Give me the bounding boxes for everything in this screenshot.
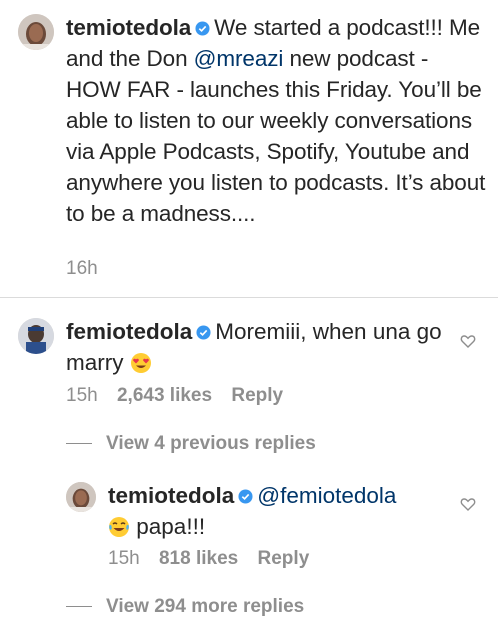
view-more-label: View 294 more replies (106, 596, 305, 617)
avatar-image (18, 318, 54, 354)
avatar-femiotedola[interactable] (18, 318, 54, 354)
reply-time: 15h (108, 548, 140, 569)
comment-username[interactable]: femiotedola (66, 319, 192, 344)
reply-body: temiotedola @femiotedola papa!!! (108, 480, 448, 542)
view-more-replies-button[interactable]: View 294 more replies (66, 596, 304, 618)
like-heart-icon[interactable] (460, 333, 476, 349)
comment-meta: 15h 2,643 likes Reply (66, 385, 297, 407)
reply-mention-link[interactable]: @femiotedola (257, 483, 396, 508)
view-previous-label: View 4 previous replies (106, 433, 316, 454)
avatar-temiotedola[interactable] (18, 14, 54, 50)
like-heart-icon[interactable] (460, 496, 476, 512)
comment-body: femiotedola Moremiii, when una go marry (66, 316, 446, 378)
reply-username[interactable]: temiotedola (108, 483, 234, 508)
reply-text: papa!!! (136, 514, 206, 539)
tears-of-joy-emoji-icon (109, 517, 129, 537)
caption-text-part2: new podcast - HOW FAR - launches this Fr… (66, 46, 486, 226)
avatar-image (18, 14, 54, 50)
verified-badge-icon (195, 21, 210, 36)
comment-time: 15h (66, 385, 98, 406)
avatar-temiotedola-reply[interactable] (66, 482, 96, 512)
reply-reply-button[interactable]: Reply (258, 548, 310, 569)
avatar-image (66, 482, 96, 512)
reply-meta: 15h 818 likes Reply (108, 548, 323, 570)
caption-body: temiotedola We started a podcast!!! Me an… (66, 12, 486, 229)
view-previous-replies-button[interactable]: View 4 previous replies (66, 433, 316, 455)
post-username[interactable]: temiotedola (66, 15, 191, 40)
verified-badge-icon (238, 489, 253, 504)
verified-badge-icon (196, 325, 211, 340)
thread-line (66, 606, 92, 608)
post-time: 16h (66, 258, 98, 279)
mention-link[interactable]: @mreazi (194, 46, 284, 71)
thread-line (66, 443, 92, 445)
reply-likes[interactable]: 818 likes (159, 548, 238, 569)
divider (0, 297, 498, 298)
heart-eyes-emoji-icon (130, 353, 151, 373)
comment-reply-button[interactable]: Reply (231, 385, 283, 406)
comment-likes[interactable]: 2,643 likes (117, 385, 212, 406)
